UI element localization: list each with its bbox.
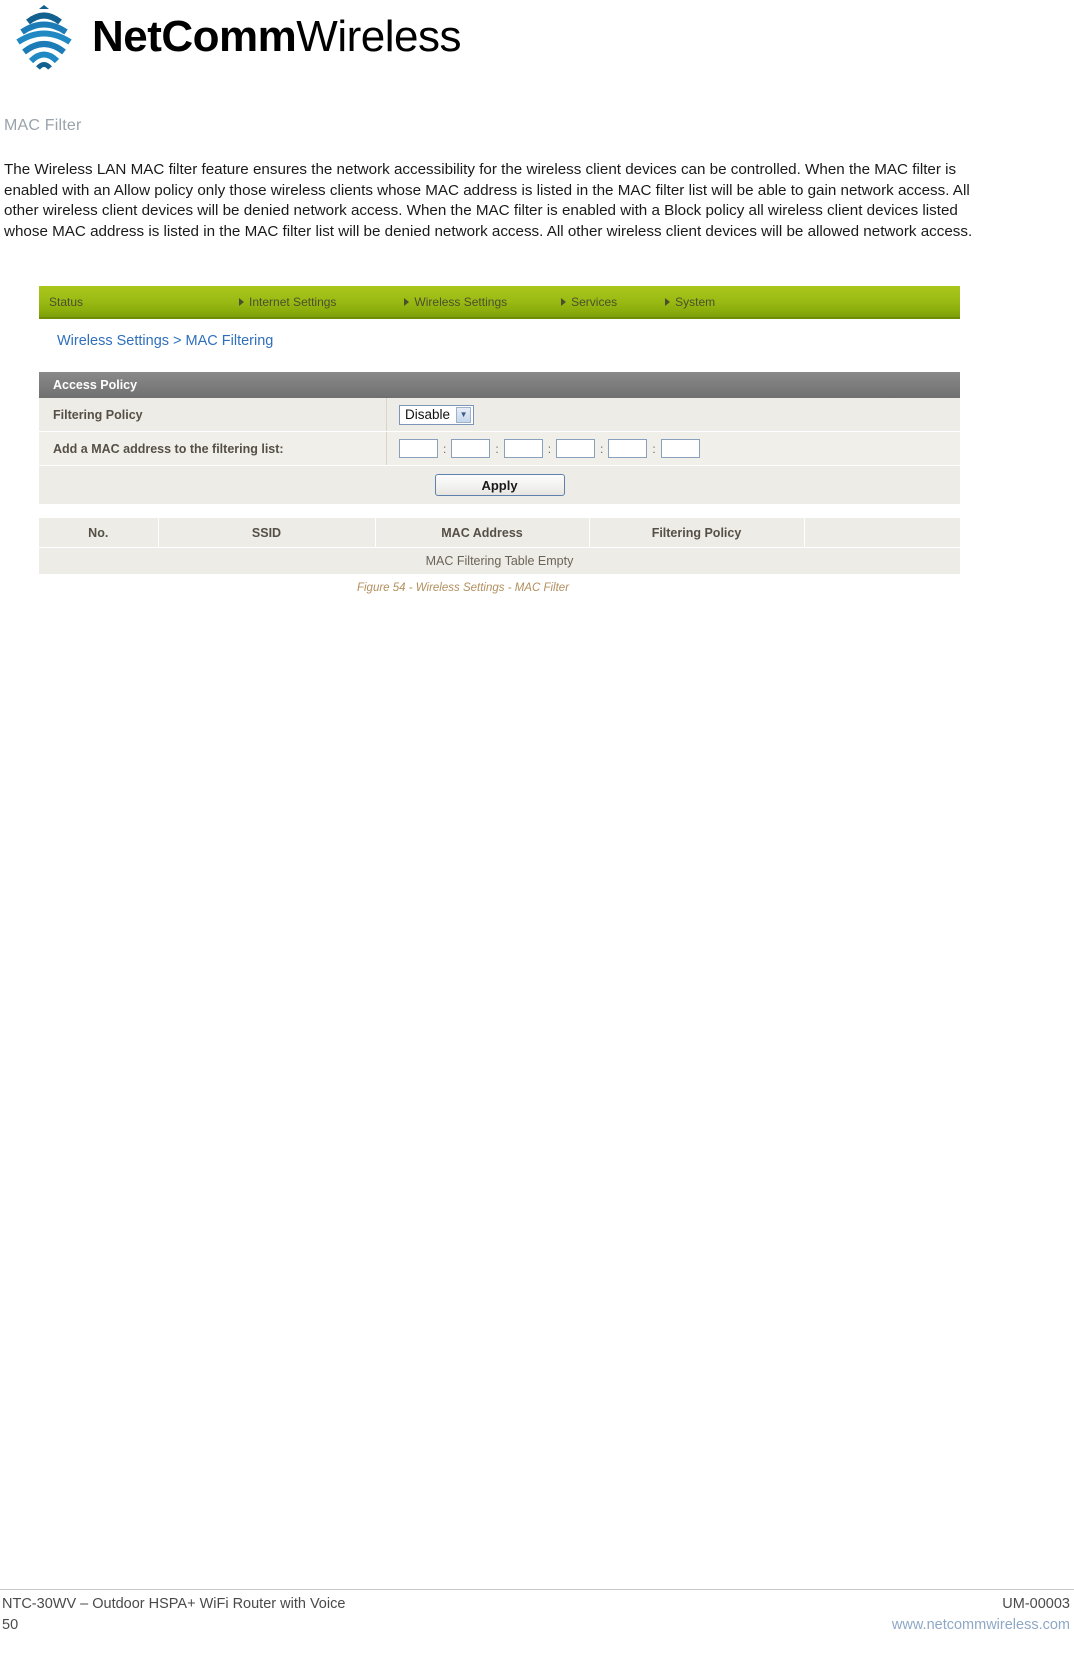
column-header-mac-address: MAC Address <box>375 518 590 548</box>
brand-logo: NetCommWireless <box>8 4 461 70</box>
form-row-add-mac-address: Add a MAC address to the filtering list:… <box>39 432 960 466</box>
chevron-right-icon <box>665 297 671 306</box>
footer-right: UM-00003 www.netcommwireless.com <box>892 1594 1070 1636</box>
nav-item-status[interactable]: Status <box>39 286 91 317</box>
nav-item-internet-settings[interactable]: Internet Settings <box>229 286 344 317</box>
figure-caption: Figure 54 - Wireless Settings - MAC Filt… <box>356 582 570 594</box>
add-mac-address-label: Add a MAC address to the filtering list: <box>39 432 387 465</box>
column-header-filtering-policy: Filtering Policy <box>589 518 805 548</box>
filtering-policy-select[interactable]: Disable ▼ <box>399 404 475 425</box>
mac-separator: : <box>600 441 604 456</box>
nav-item-system[interactable]: System <box>655 286 723 317</box>
footer-divider <box>0 1589 1074 1590</box>
mac-octet-input-3[interactable] <box>503 439 543 458</box>
mac-separator: : <box>652 441 656 456</box>
filtering-policy-label: Filtering Policy <box>39 398 387 431</box>
add-mac-address-field: : : : : : <box>387 432 960 465</box>
footer-page-number: 50 <box>2 1617 19 1633</box>
chevron-down-icon[interactable]: ▼ <box>456 406 472 423</box>
apply-row: Apply <box>39 466 960 504</box>
footer-product-name: NTC-30WV – Outdoor HSPA+ WiFi Router wit… <box>2 1596 346 1612</box>
mac-octet-input-5[interactable] <box>608 439 648 458</box>
mac-filtering-table: No. SSID MAC Address Filtering Policy MA… <box>39 518 960 574</box>
page-title: MAC Filter <box>4 117 82 134</box>
table-header-row: No. SSID MAC Address Filtering Policy <box>39 518 960 548</box>
nav-item-services[interactable]: Services <box>551 286 625 317</box>
column-header-actions <box>804 518 960 548</box>
chevron-right-icon <box>561 297 567 306</box>
router-nav-bar: Status Internet Settings Wireless Settin… <box>39 286 960 319</box>
mac-separator: : <box>547 441 552 456</box>
footer-website: www.netcommwireless.com <box>891 1617 1070 1633</box>
nav-item-wireless-settings[interactable]: Wireless Settings <box>394 286 515 317</box>
mac-octet-input-6[interactable] <box>660 439 700 458</box>
mac-octet-input-4[interactable] <box>556 439 596 458</box>
filtering-policy-value: Disable <box>405 407 451 422</box>
nav-item-label: Wireless Settings <box>414 294 508 309</box>
brand-name-bold: NetComm <box>92 12 297 61</box>
nav-item-label: System <box>675 294 716 309</box>
nav-item-label: Internet Settings <box>249 294 337 309</box>
column-header-no: No. <box>39 518 159 548</box>
mac-octet-group: : : : : : <box>399 439 700 458</box>
brand-wordmark: NetCommWireless <box>92 15 461 59</box>
footer-doc-id: UM-00003 <box>1002 1596 1070 1612</box>
form-row-filtering-policy: Filtering Policy Disable ▼ <box>39 398 960 432</box>
table-empty-message: MAC Filtering Table Empty <box>39 547 960 574</box>
table-empty-row: MAC Filtering Table Empty <box>39 547 960 574</box>
breadcrumb[interactable]: Wireless Settings > MAC Filtering <box>39 333 960 357</box>
intro-paragraph: The Wireless LAN MAC filter feature ensu… <box>4 161 973 240</box>
column-header-ssid: SSID <box>158 518 376 548</box>
nav-item-label: Services <box>571 294 618 309</box>
mac-octet-input-2[interactable] <box>451 439 491 458</box>
chevron-right-icon <box>404 297 410 306</box>
brand-name-light: Wireless <box>296 12 461 61</box>
filtering-policy-field: Disable ▼ <box>387 398 960 431</box>
wifi-waves-diamond-icon <box>8 4 80 70</box>
chevron-right-icon <box>239 297 245 306</box>
mac-separator: : <box>443 441 447 456</box>
mac-separator: : <box>495 441 499 456</box>
mac-octet-input-1[interactable] <box>399 439 438 458</box>
footer-left: NTC-30WV – Outdoor HSPA+ WiFi Router wit… <box>2 1594 345 1636</box>
apply-button[interactable]: Apply <box>434 474 565 496</box>
nav-item-label: Status <box>49 294 84 309</box>
panel-header-access-policy: Access Policy <box>39 372 960 398</box>
router-ui-figure: Status Internet Settings Wireless Settin… <box>39 286 960 594</box>
